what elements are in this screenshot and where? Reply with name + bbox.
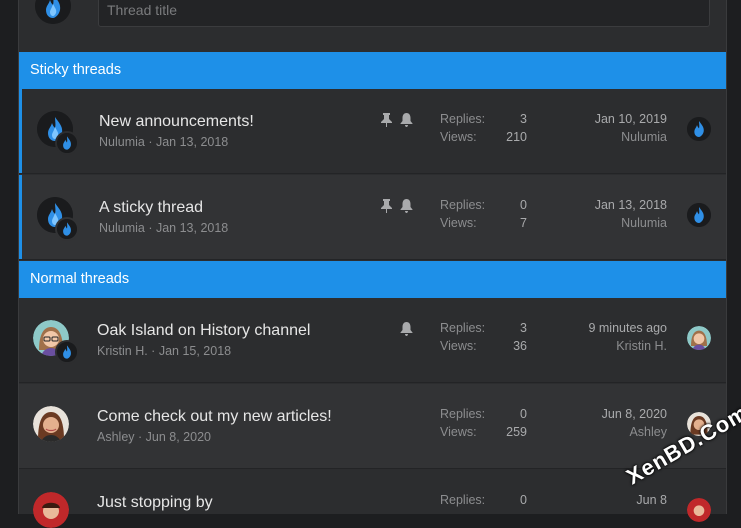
thread-date[interactable]: Jun 8, 2020 bbox=[146, 430, 211, 444]
views-count: 7 bbox=[520, 216, 527, 230]
replies-count: 0 bbox=[520, 493, 527, 507]
flame-icon bbox=[57, 133, 77, 153]
replies-count: 3 bbox=[520, 112, 527, 126]
meta-separator: · bbox=[144, 135, 156, 149]
last-poster-name[interactable]: Nulumia bbox=[547, 130, 667, 144]
thread-author[interactable]: Nulumia bbox=[99, 221, 145, 235]
thread-title-link[interactable]: Come check out my new articles! bbox=[97, 408, 332, 426]
thread-title-link[interactable]: Oak Island on History channel bbox=[97, 322, 310, 340]
views-count: 259 bbox=[506, 425, 527, 439]
person-avatar-icon bbox=[33, 492, 69, 528]
last-poster-avatar[interactable] bbox=[687, 498, 711, 522]
thread-list-container: Thread title Sticky threads New announce… bbox=[18, 0, 727, 528]
thread-row[interactable]: Just stopping by Replies: 0 Jun 8 bbox=[19, 470, 726, 528]
bell-icon bbox=[400, 199, 413, 216]
flame-icon bbox=[687, 203, 711, 227]
meta-separator: · bbox=[144, 221, 156, 235]
bell-icon bbox=[400, 322, 413, 339]
thread-author[interactable]: Kristin H. bbox=[97, 344, 148, 358]
meta-separator: · bbox=[134, 430, 146, 444]
flame-icon bbox=[57, 342, 77, 362]
last-poster-name[interactable]: Nulumia bbox=[547, 216, 667, 230]
thread-title-input[interactable]: Thread title bbox=[98, 0, 710, 27]
last-poster-name[interactable]: Ashley bbox=[547, 425, 667, 439]
replies-count: 0 bbox=[520, 198, 527, 212]
replies-label: Replies: bbox=[440, 321, 486, 335]
thread-title-link[interactable]: New announcements! bbox=[99, 113, 254, 131]
person-avatar-icon bbox=[33, 406, 69, 442]
thread-row[interactable]: A sticky thread Nulumia · Jan 13, 2018 R… bbox=[19, 175, 726, 260]
bell-icon bbox=[400, 113, 413, 130]
thread-date[interactable]: Jan 15, 2018 bbox=[159, 344, 231, 358]
thread-author[interactable]: Nulumia bbox=[99, 135, 145, 149]
last-post-date[interactable]: Jan 13, 2018 bbox=[547, 198, 667, 212]
last-poster-mini-avatar bbox=[55, 217, 79, 241]
views-count: 36 bbox=[513, 339, 527, 353]
replies-label: Replies: bbox=[440, 198, 486, 212]
replies-label: Replies: bbox=[440, 112, 486, 126]
user-avatar bbox=[35, 0, 71, 24]
replies-count: 3 bbox=[520, 321, 527, 335]
thread-date[interactable]: Jan 13, 2018 bbox=[156, 221, 228, 235]
thread-row[interactable]: Come check out my new articles! Ashley ·… bbox=[19, 384, 726, 469]
views-label: Views: bbox=[440, 216, 477, 230]
views-count: 210 bbox=[506, 130, 527, 144]
thread-meta: Kristin H. · Jan 15, 2018 bbox=[97, 344, 231, 358]
flame-icon bbox=[687, 117, 711, 141]
author-avatar[interactable] bbox=[33, 492, 69, 528]
last-poster-avatar[interactable] bbox=[687, 203, 711, 227]
thread-date[interactable]: Jan 13, 2018 bbox=[156, 135, 228, 149]
thread-meta: Nulumia · Jan 13, 2018 bbox=[99, 221, 228, 235]
author-avatar[interactable] bbox=[33, 406, 69, 442]
last-poster-name[interactable]: Kristin H. bbox=[547, 339, 667, 353]
last-poster-avatar[interactable] bbox=[687, 326, 711, 350]
thread-row[interactable]: Oak Island on History channel Kristin H.… bbox=[19, 298, 726, 383]
pin-icon bbox=[380, 113, 393, 130]
last-poster-mini-avatar bbox=[55, 131, 79, 155]
thread-row[interactable]: New announcements! Nulumia · Jan 13, 201… bbox=[19, 89, 726, 174]
sticky-threads-header: Sticky threads bbox=[19, 52, 726, 89]
thread-meta: Nulumia · Jan 13, 2018 bbox=[99, 135, 228, 149]
views-label: Views: bbox=[440, 425, 477, 439]
thread-meta: Ashley · Jun 8, 2020 bbox=[97, 430, 211, 444]
last-post-date[interactable]: 9 minutes ago bbox=[547, 321, 667, 335]
last-post-date[interactable]: Jun 8, 2020 bbox=[547, 407, 667, 421]
meta-separator: · bbox=[147, 344, 159, 358]
flame-icon bbox=[57, 219, 77, 239]
flame-icon bbox=[35, 0, 71, 24]
replies-label: Replies: bbox=[440, 407, 486, 421]
person-avatar-icon bbox=[687, 498, 711, 522]
last-post-date[interactable]: Jan 10, 2019 bbox=[547, 112, 667, 126]
replies-label: Replies: bbox=[440, 493, 486, 507]
thread-title-link[interactable]: Just stopping by bbox=[97, 494, 213, 512]
replies-count: 0 bbox=[520, 407, 527, 421]
last-poster-mini-avatar bbox=[55, 340, 79, 364]
last-poster-avatar[interactable] bbox=[687, 117, 711, 141]
person-avatar-icon bbox=[687, 326, 711, 350]
pin-icon bbox=[380, 199, 393, 216]
views-label: Views: bbox=[440, 130, 477, 144]
normal-threads-header: Normal threads bbox=[19, 261, 726, 298]
views-label: Views: bbox=[440, 339, 477, 353]
thread-author[interactable]: Ashley bbox=[97, 430, 135, 444]
thread-title-link[interactable]: A sticky thread bbox=[99, 199, 203, 217]
new-thread-bar: Thread title bbox=[19, 0, 726, 52]
